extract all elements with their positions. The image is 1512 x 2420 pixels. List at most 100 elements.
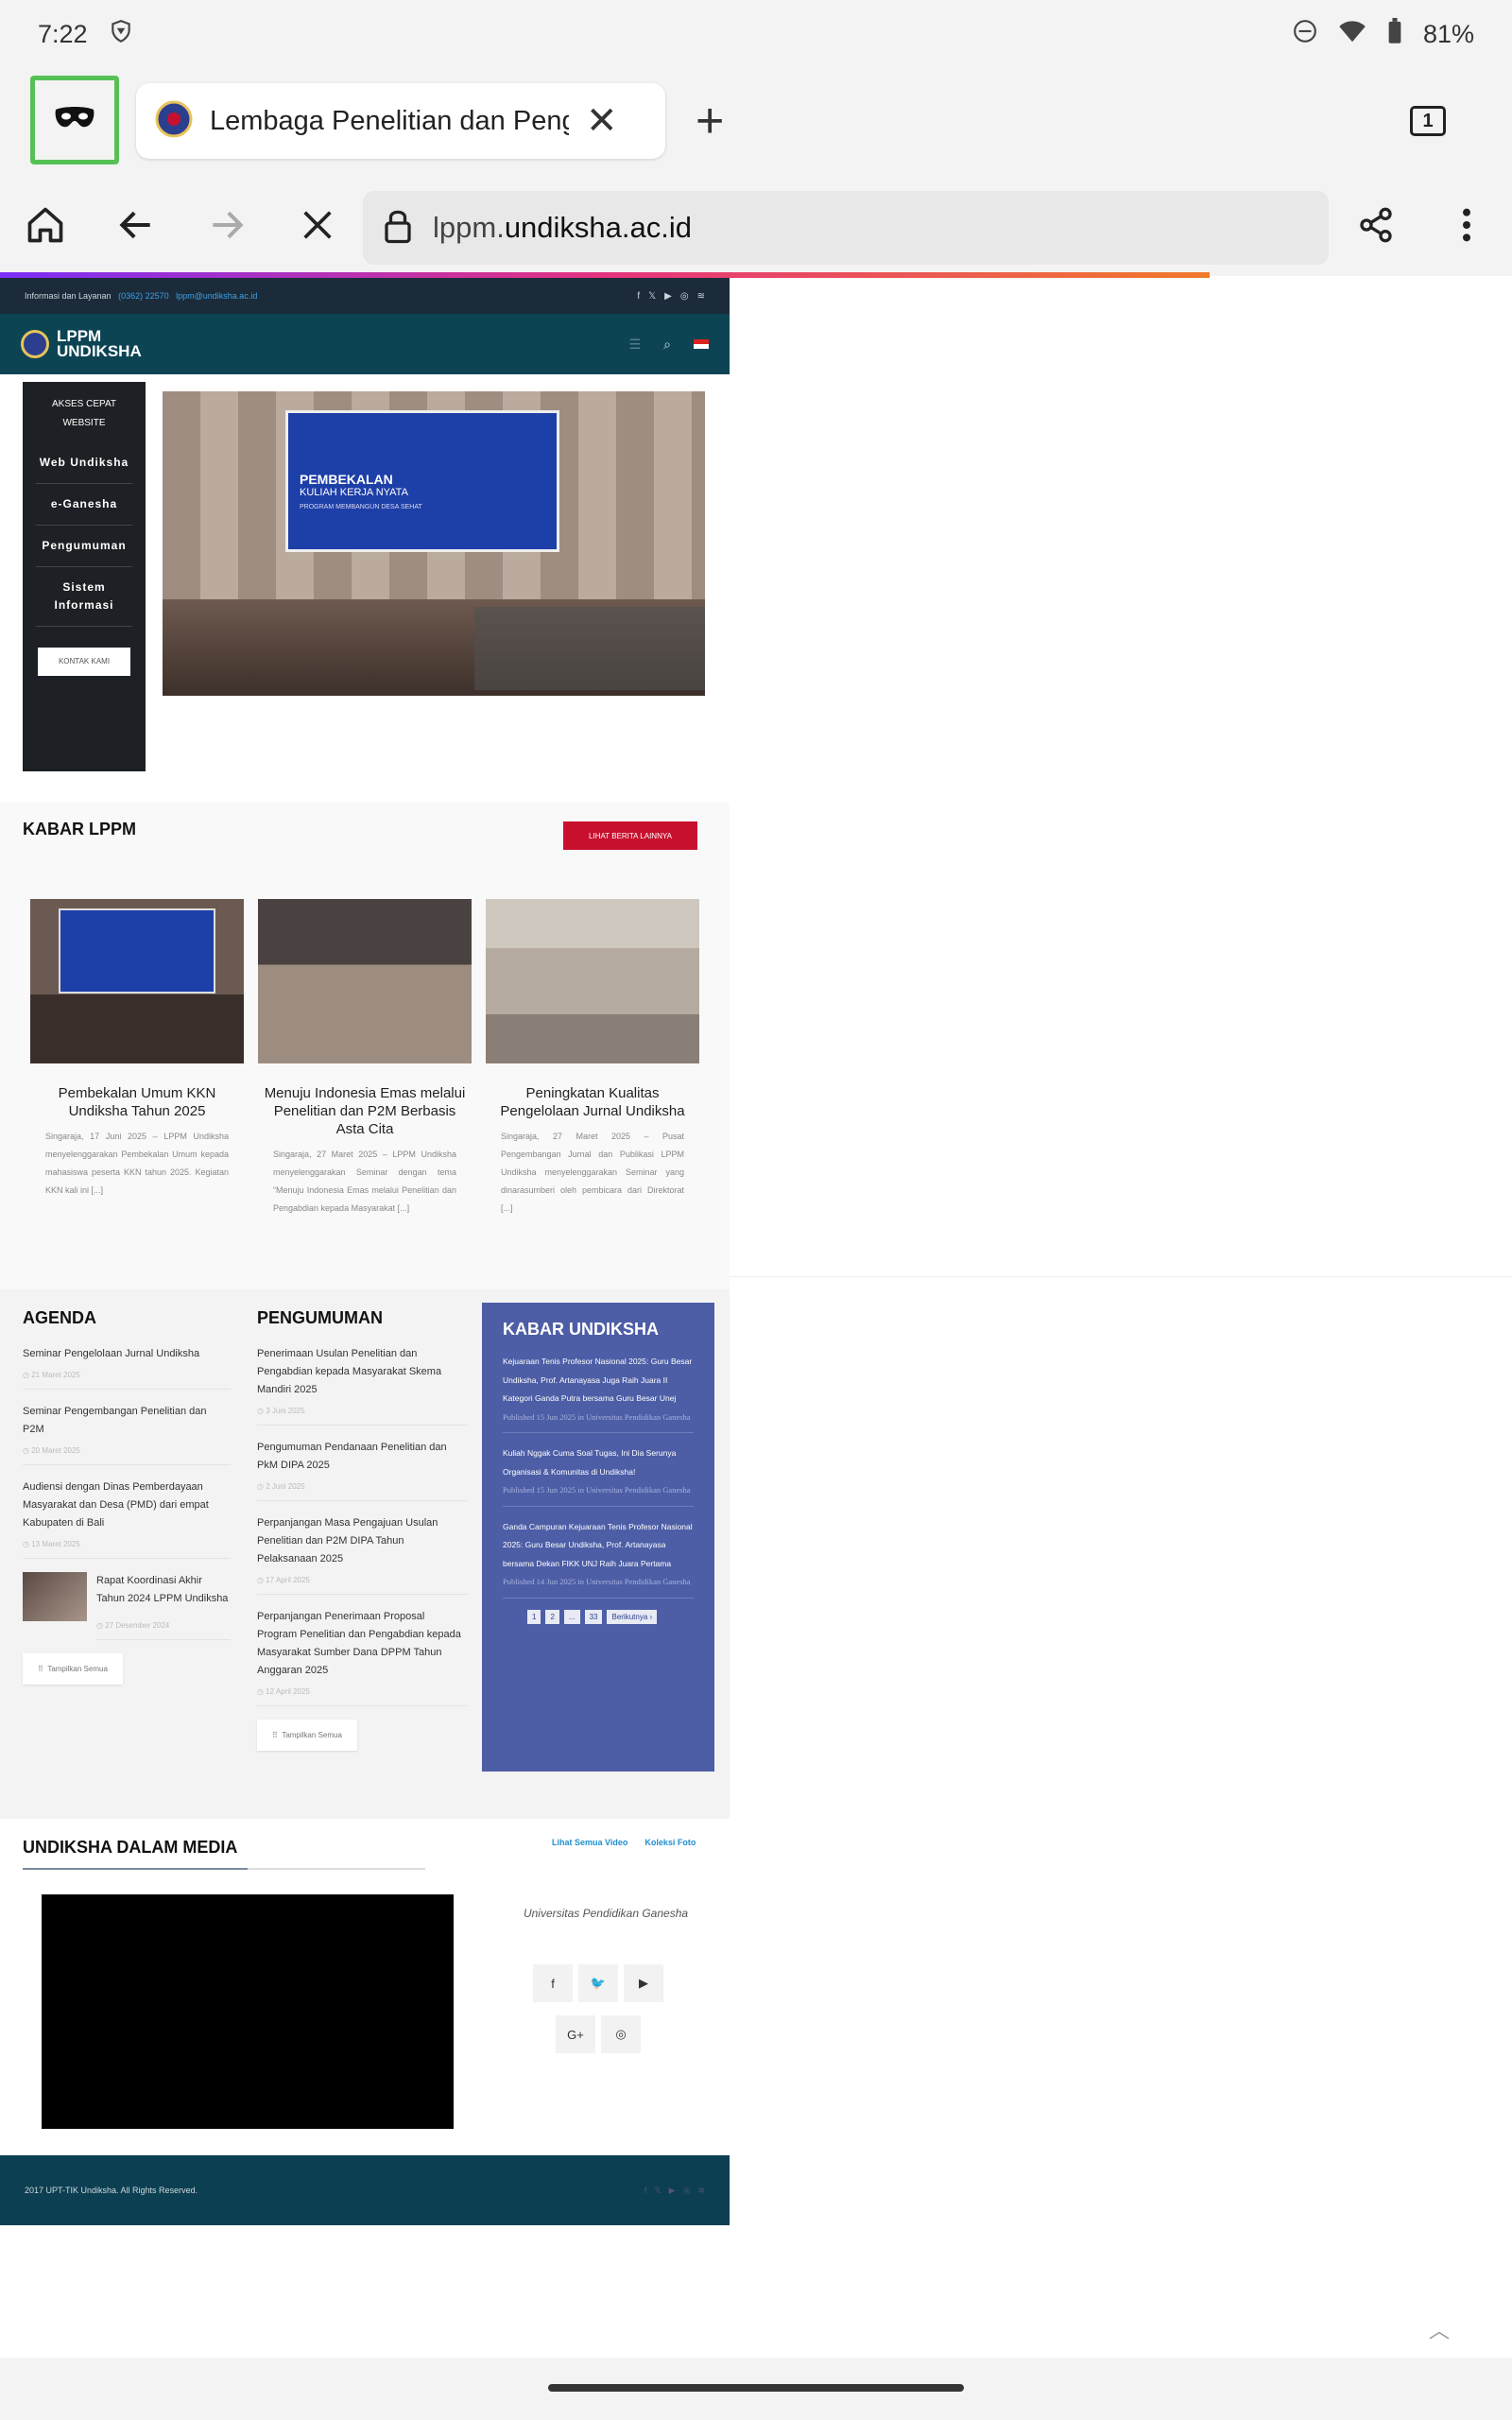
section-title-agenda: AGENDA — [23, 1308, 97, 1327]
news-card-image[interactable] — [30, 899, 244, 1063]
news-card[interactable]: Peningkatan Kualitas Pengelolaan Jurnal … — [486, 899, 699, 1218]
announcement-date: ◷ 3 Juni 2025 — [257, 1407, 467, 1426]
agenda-item[interactable]: Rapat Koordinasi Akhir Tahun 2024 LPPM U… — [96, 1572, 231, 1621]
youtube-icon[interactable]: ▶ — [664, 291, 672, 302]
pengumuman-show-all-button[interactable]: ⠿ Tampilkan Semua — [257, 1720, 357, 1751]
browser-toolbar: lppm.undiksha.ac.id — [0, 176, 1512, 276]
news-card-excerpt: Singaraja, 17 Juni 2025 – LPPM Undiksha … — [45, 1132, 229, 1195]
news-card-title[interactable]: Menuju Indonesia Emas melalui Penelitian… — [258, 1084, 472, 1138]
news-card[interactable]: Pembekalan Umum KKN Undiksha Tahun 2025 … — [30, 899, 244, 1218]
agenda-date: ◷ 20 Maret 2025 — [23, 1446, 231, 1465]
language-flag-icon[interactable] — [694, 339, 709, 349]
facebook-icon[interactable]: f — [533, 1964, 573, 2002]
announcement-date: ◷ 17 April 2025 — [257, 1576, 467, 1595]
news-card-image[interactable] — [486, 899, 699, 1063]
page-1-button[interactable]: 1 — [527, 1609, 541, 1624]
agenda-item[interactable]: Seminar Pengembangan Penelitian dan P2M — [23, 1403, 231, 1446]
instagram-icon[interactable]: ◎ — [680, 291, 689, 302]
scroll-to-top-icon[interactable]: ︿ — [1429, 2314, 1450, 2344]
undiksha-logo-icon — [21, 330, 49, 358]
facebook-icon[interactable]: f — [644, 2186, 647, 2196]
site-footer: 2017 UPT-TIK Undiksha. All Rights Reserv… — [0, 2155, 730, 2225]
kabar-undiksha-panel: KABAR UNDIKSHA Kejuaraan Tenis Profesor … — [482, 1303, 714, 1772]
youtube-icon[interactable]: ▶ — [624, 1964, 663, 2002]
undiksha-news-item[interactable]: Ganda Campuran Kejuaraan Tenis Profesor … — [503, 1518, 694, 1599]
page-33-button[interactable]: 33 — [584, 1609, 603, 1624]
quick-link-e-ganesha[interactable]: e-Ganesha — [36, 484, 132, 526]
next-page-button[interactable]: Berikutnya › — [607, 1609, 658, 1624]
site-topbar: Informasi dan Layanan (0362) 22570 lppm@… — [0, 278, 730, 314]
battery-icon — [1387, 17, 1402, 51]
home-icon[interactable] — [23, 202, 68, 248]
youtube-icon[interactable]: ▶ — [669, 2186, 676, 2196]
google-plus-icon[interactable]: G+ — [556, 2015, 595, 2053]
agenda-item[interactable]: Audiensi dengan Dinas Pemberdayaan Masya… — [23, 1478, 231, 1540]
news-card-title[interactable]: Peningkatan Kualitas Pengelolaan Jurnal … — [486, 1084, 699, 1120]
announcement-item[interactable]: Penerimaan Usulan Penelitian dan Pengabd… — [257, 1345, 467, 1407]
undiksha-news-item[interactable]: Kuliah Nggak Cuma Soal Tugas, Ini Dia Se… — [503, 1444, 694, 1507]
news-card-title[interactable]: Pembekalan Umum KKN Undiksha Tahun 2025 — [30, 1084, 244, 1120]
stop-loading-icon[interactable] — [295, 202, 340, 248]
social-buttons: f 🐦 ▶ G+ ◎ — [527, 1964, 669, 2066]
x-twitter-icon[interactable]: 𝕏 — [648, 291, 656, 302]
agenda-column: AGENDA Seminar Pengelolaan Jurnal Undiks… — [23, 1308, 231, 1685]
all-videos-link[interactable]: Lihat Semua Video — [552, 1838, 627, 1847]
rss-icon[interactable]: ≋ — [697, 291, 705, 302]
see-more-news-button[interactable]: LIHAT BERITA LAINNYA — [563, 821, 697, 850]
page-2-button[interactable]: 2 — [545, 1609, 559, 1624]
more-menu-icon[interactable] — [1444, 202, 1489, 248]
instagram-icon[interactable]: ◎ — [683, 2186, 691, 2196]
photo-collection-link[interactable]: Koleksi Foto — [644, 1838, 696, 1847]
incognito-button[interactable] — [30, 76, 119, 164]
topbar-info: Informasi dan Layanan — [25, 291, 112, 301]
pengumuman-column: PENGUMUMAN Penerimaan Usulan Penelitian … — [257, 1308, 467, 1751]
agenda-thumbnail[interactable] — [23, 1572, 87, 1621]
browser-tab[interactable]: Lembaga Penelitian dan Peng ✕ — [136, 83, 665, 159]
topbar-social: f 𝕏 ▶ ◎ ≋ — [637, 291, 705, 302]
new-tab-icon[interactable]: + — [696, 96, 724, 146]
news-card-image[interactable] — [258, 899, 472, 1063]
video-player[interactable] — [42, 1894, 454, 2129]
hamburger-menu-icon[interactable]: ☰ — [629, 337, 642, 353]
site-favicon-icon — [155, 100, 193, 143]
media-section: UNDIKSHA DALAM MEDIA Lihat Semua Video K… — [0, 1819, 730, 2155]
topbar-phone[interactable]: (0362) 22570 — [118, 291, 169, 301]
back-arrow-icon[interactable] — [113, 202, 159, 248]
battery-percent: 81% — [1422, 19, 1474, 48]
agenda-section: AGENDA Seminar Pengelolaan Jurnal Undiks… — [0, 1289, 730, 1819]
agenda-item[interactable]: Seminar Pengelolaan Jurnal Undiksha — [23, 1345, 231, 1371]
share-icon[interactable] — [1353, 202, 1399, 248]
announcement-item[interactable]: Pengumuman Pendanaan Penelitian dan PkM … — [257, 1439, 467, 1482]
instagram-icon[interactable]: ◎ — [601, 2015, 641, 2053]
announcement-date: ◷ 2 Juni 2025 — [257, 1482, 467, 1501]
announcement-item[interactable]: Perpanjangan Masa Pengajuan Usulan Penel… — [257, 1514, 467, 1576]
tab-switcher-button[interactable]: 1 — [1410, 106, 1446, 136]
site-logo[interactable]: LPPM UNDIKSHA — [21, 328, 142, 359]
close-tab-icon[interactable]: ✕ — [586, 102, 618, 140]
undiksha-news-item[interactable]: Kejuaraan Tenis Profesor Nasional 2025: … — [503, 1353, 694, 1433]
address-bar[interactable]: lppm.undiksha.ac.id — [363, 191, 1329, 265]
agenda-show-all-button[interactable]: ⠿ Tampilkan Semua — [23, 1653, 123, 1685]
topbar-email[interactable]: lppm@undiksha.ac.id — [176, 291, 257, 301]
gesture-home-handle[interactable] — [548, 2384, 964, 2392]
section-title-media: UNDIKSHA DALAM MEDIA — [23, 1838, 238, 1857]
contact-button[interactable]: KONTAK KAMI — [38, 648, 130, 676]
search-icon[interactable]: ⌕ — [663, 337, 671, 353]
hero-slider-image[interactable]: PEMBEKALAN KULIAH KERJA NYATA PROGRAM ME… — [163, 391, 705, 696]
section-title-kabar-lppm: KABAR LPPM — [23, 820, 136, 838]
forward-arrow-icon[interactable] — [204, 202, 249, 248]
wifi-icon — [1338, 19, 1366, 50]
quick-link-sistem-informasi[interactable]: Sistem Informasi — [36, 567, 132, 627]
lock-icon[interactable] — [384, 207, 412, 250]
facebook-icon[interactable]: f — [637, 291, 640, 302]
announcement-item[interactable]: Perpanjangan Penerimaan Proposal Program… — [257, 1608, 467, 1687]
clock: 7:22 — [38, 19, 88, 48]
quick-link-web-undiksha[interactable]: Web Undiksha — [36, 442, 132, 484]
news-card[interactable]: Menuju Indonesia Emas melalui Penelitian… — [258, 899, 472, 1218]
x-twitter-icon[interactable]: 𝕏 — [654, 2186, 661, 2196]
twitter-icon[interactable]: 🐦 — [578, 1964, 618, 2002]
tab-strip: Lembaga Penelitian dan Peng ✕ + 1 — [0, 68, 1512, 176]
rss-icon[interactable]: ≋ — [697, 2186, 705, 2196]
quick-link-pengumuman[interactable]: Pengumuman — [36, 526, 132, 567]
url-text[interactable]: lppm.undiksha.ac.id — [433, 211, 692, 245]
